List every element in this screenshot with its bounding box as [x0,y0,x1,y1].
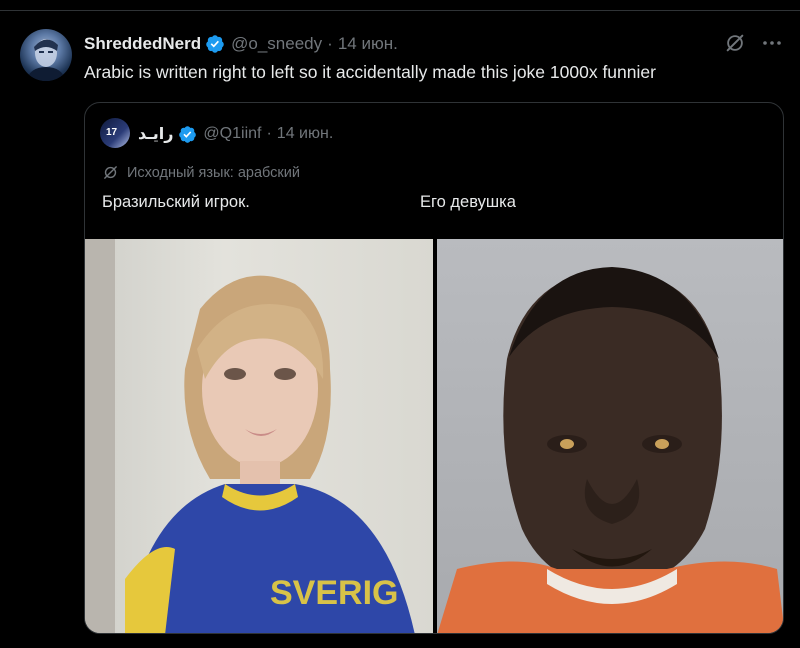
avatar-number: 17 [106,127,118,138]
quote-text-left: Бразильский игрок. [102,193,250,211]
avatar[interactable] [20,29,72,81]
tweet-header: ShreddedNerd @o_sneedy · 14 июн. [84,33,398,55]
separator-dot: · [327,34,333,53]
photo-man-image [437,267,783,633]
grok-icon[interactable] [724,32,746,54]
quote-header: رايـد @Q1iinf · 14 июн. [138,124,333,144]
photo-young-woman[interactable]: SVERIG [85,239,433,633]
shirt-print: SVERIG [270,574,398,612]
avatar-portrait-icon [26,39,66,81]
quote-avatar[interactable]: 17 [100,118,130,148]
author-name[interactable]: ShreddedNerd [84,34,201,54]
quote-handle[interactable]: @Q1iinf [203,125,261,143]
photo-man[interactable] [437,239,783,633]
divider [0,10,800,11]
tweet-date[interactable]: 14 июн. [338,34,398,54]
more-icon[interactable] [760,34,784,52]
quote-text-right: Его девушка [420,193,516,211]
quoted-tweet[interactable]: 17 رايـد @Q1iinf · 14 июн. Исходный язык… [84,102,784,634]
verified-badge-icon [206,35,224,53]
quote-text: Бразильский игрок. Его девушка [102,193,782,212]
separator-dot: · [266,125,272,142]
media-grid: SVERIG [85,239,783,633]
translation-note-text: Исходный язык: арабский [127,164,300,181]
verified-badge-icon [179,125,197,143]
author-handle[interactable]: @o_sneedy [231,34,322,54]
photo-young-woman-image: SVERIG [85,239,415,633]
quote-date[interactable]: 14 июн. [277,125,333,143]
grok-icon [104,166,117,179]
translation-note[interactable]: Исходный язык: арабский [102,164,300,181]
tweet-text: Arabic is written right to left so it ac… [84,62,656,82]
quote-author-name[interactable]: رايـد [138,124,173,144]
